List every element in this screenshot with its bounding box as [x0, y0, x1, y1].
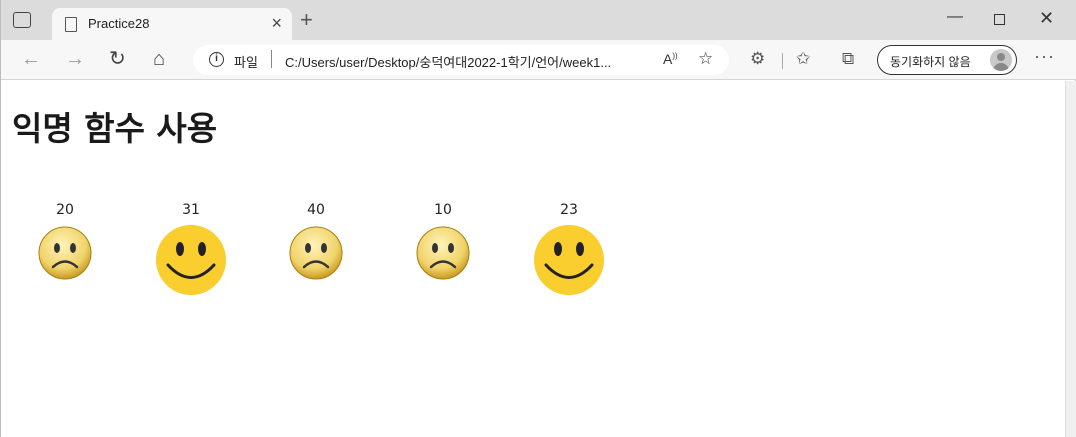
- browser-window: Practice28 × + — ✕ ← → ↻ ⌂ i 파일 C:/Users…: [0, 0, 1076, 437]
- address-scheme: 파일: [234, 55, 258, 70]
- toolbar-separator: [782, 53, 783, 69]
- favorites-icon[interactable]: ✩: [796, 49, 810, 69]
- tab-close-icon[interactable]: ×: [271, 13, 282, 33]
- sad-face-icon: [38, 226, 92, 280]
- avatar: [990, 49, 1012, 71]
- read-aloud-icon[interactable]: A)): [663, 51, 678, 67]
- add-favorite-icon[interactable]: ☆: [698, 49, 713, 69]
- sad-face-icon: [289, 226, 343, 280]
- address-url[interactable]: C:/Users/user/Desktop/숭덕여대2022-1학기/언어/we…: [285, 52, 611, 71]
- maximize-icon[interactable]: [994, 14, 1005, 25]
- profile-label: 동기화하지 않음: [890, 55, 971, 69]
- refresh-icon[interactable]: ↻: [109, 48, 126, 70]
- navigation-toolbar: ← → ↻ ⌂ i 파일 C:/Users/user/Desktop/숭덕여대2…: [1, 40, 1076, 80]
- face-value: 31: [182, 202, 200, 218]
- happy-face-icon: [156, 225, 226, 295]
- address-separator: [271, 50, 272, 68]
- face-item: 23: [529, 202, 609, 296]
- more-options-icon[interactable]: ···: [1034, 46, 1055, 67]
- info-icon[interactable]: i: [209, 52, 224, 67]
- forward-arrow-icon[interactable]: →: [65, 48, 85, 70]
- document-icon: [65, 17, 77, 32]
- page-heading: 익명 함수 사용: [12, 109, 218, 148]
- profile-button[interactable]: 동기화하지 않음: [877, 45, 1017, 75]
- address-bar[interactable]: i 파일 C:/Users/user/Desktop/숭덕여대2022-1학기/…: [193, 45, 729, 75]
- new-tab-icon[interactable]: +: [300, 9, 313, 31]
- tab-title: Practice28: [88, 16, 150, 31]
- face-value: 10: [434, 202, 452, 218]
- sad-face-icon: [416, 226, 470, 280]
- collections-icon[interactable]: ⧉: [842, 49, 854, 69]
- vertical-scrollbar[interactable]: [1065, 81, 1076, 437]
- extensions-icon[interactable]: ⚙: [750, 49, 765, 69]
- tab-actions-icon[interactable]: [13, 12, 31, 28]
- face-item: 20: [25, 202, 105, 282]
- minimize-icon[interactable]: —: [947, 8, 963, 26]
- tab-practice28[interactable]: Practice28 ×: [52, 8, 292, 40]
- face-value: 23: [560, 202, 578, 218]
- face-value: 20: [56, 202, 74, 218]
- tab-strip: Practice28 × + — ✕: [1, 0, 1076, 40]
- window-close-icon[interactable]: ✕: [1039, 8, 1054, 29]
- back-arrow-icon[interactable]: ←: [21, 48, 41, 70]
- face-item: 31: [151, 202, 231, 296]
- face-item: 40: [276, 202, 356, 282]
- page-content: 익명 함수 사용 20 31 40 10 23: [1, 81, 1065, 437]
- face-item: 10: [403, 202, 483, 282]
- home-icon[interactable]: ⌂: [153, 48, 165, 70]
- happy-face-icon: [534, 225, 604, 295]
- face-value: 40: [307, 202, 325, 218]
